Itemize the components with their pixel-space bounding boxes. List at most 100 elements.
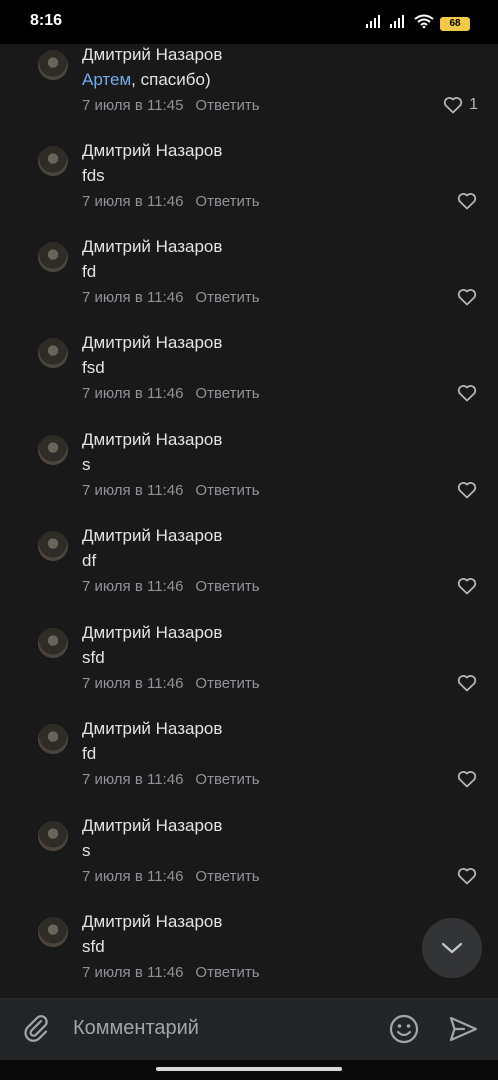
comment-meta: 7 июля в 11:46 Ответить bbox=[82, 385, 260, 402]
comment-date: 7 июля в 11:46 bbox=[82, 868, 184, 885]
avatar[interactable] bbox=[38, 531, 68, 561]
comment-meta: 7 июля в 11:46 Ответить bbox=[82, 675, 260, 692]
comment-item: Дмитрий Назаров fd 7 июля в 11:46 Ответит… bbox=[0, 237, 498, 338]
avatar[interactable] bbox=[38, 628, 68, 658]
home-indicator[interactable] bbox=[156, 1067, 342, 1071]
like-button[interactable] bbox=[457, 384, 477, 402]
comment-text: sfd bbox=[82, 937, 105, 956]
comment-meta: 7 июля в 11:46 Ответить bbox=[82, 482, 260, 499]
comment-date: 7 июля в 11:46 bbox=[82, 675, 184, 692]
reply-button[interactable]: Ответить bbox=[195, 675, 259, 692]
comment-text: fd bbox=[82, 744, 97, 763]
heart-icon bbox=[457, 771, 477, 788]
like-button[interactable] bbox=[457, 867, 477, 885]
comment-item: Дмитрий Назаров Артем, спасибо) 7 июля в… bbox=[0, 45, 498, 146]
heart-icon bbox=[457, 385, 477, 402]
status-bar: 8:16 68 bbox=[0, 0, 498, 44]
avatar[interactable] bbox=[38, 917, 68, 947]
comment-author[interactable]: Дмитрий Назаров bbox=[82, 526, 222, 546]
comment-author[interactable]: Дмитрий Назаров bbox=[82, 237, 222, 257]
comment-meta: 7 июля в 11:46 Ответить bbox=[82, 868, 260, 885]
emoji-icon[interactable] bbox=[388, 1013, 420, 1045]
comment-mention[interactable]: Артем bbox=[82, 70, 131, 89]
send-icon[interactable] bbox=[447, 1013, 479, 1045]
like-button[interactable]: 1 bbox=[443, 96, 478, 114]
comment-composer: Комментарий bbox=[0, 998, 498, 1061]
comment-date: 7 июля в 11:46 bbox=[82, 193, 184, 210]
comment-author[interactable]: Дмитрий Назаров bbox=[82, 141, 222, 161]
scroll-down-button[interactable] bbox=[422, 918, 482, 978]
comment-item: Дмитрий Назаров df 7 июля в 11:46 Ответит… bbox=[0, 526, 498, 627]
comment-text: s bbox=[82, 455, 91, 474]
reply-button[interactable]: Ответить bbox=[195, 289, 259, 306]
signal-icon bbox=[390, 14, 408, 33]
comment-meta: 7 июля в 11:46 Ответить bbox=[82, 578, 260, 595]
comment-text: df bbox=[82, 551, 97, 570]
battery-icon: 68 bbox=[440, 16, 470, 31]
status-icons: 68 bbox=[366, 14, 470, 33]
comment-text: fds bbox=[82, 166, 105, 185]
reply-button[interactable]: Ответить bbox=[195, 193, 259, 210]
like-button[interactable] bbox=[457, 770, 477, 788]
reply-button[interactable]: Ответить bbox=[195, 385, 259, 402]
reply-button[interactable]: Ответить bbox=[195, 964, 259, 981]
heart-icon bbox=[457, 289, 477, 306]
heart-icon bbox=[457, 675, 477, 692]
comment-item: Дмитрий Назаров sfd 7 июля в 11:46 Ответи… bbox=[0, 623, 498, 724]
like-count: 1 bbox=[469, 96, 478, 113]
comment-date: 7 июля в 11:46 bbox=[82, 578, 184, 595]
comment-author[interactable]: Дмитрий Назаров bbox=[82, 816, 222, 836]
avatar[interactable] bbox=[38, 50, 68, 80]
comment-meta: 7 июля в 11:46 Ответить bbox=[82, 771, 260, 788]
comment-meta: 7 июля в 11:46 Ответить bbox=[82, 193, 260, 210]
comment-item: Дмитрий Назаров s 7 июля в 11:46 Ответить bbox=[0, 816, 498, 917]
comment-text: sfd bbox=[82, 648, 105, 667]
heart-icon bbox=[457, 482, 477, 499]
comment-author[interactable]: Дмитрий Назаров bbox=[82, 45, 222, 65]
comment-author[interactable]: Дмитрий Назаров bbox=[82, 333, 222, 353]
reply-button[interactable]: Ответить bbox=[195, 97, 259, 114]
reply-button[interactable]: Ответить bbox=[195, 482, 259, 499]
comment-author[interactable]: Дмитрий Назаров bbox=[82, 430, 222, 450]
like-button[interactable] bbox=[457, 192, 477, 210]
reply-button[interactable]: Ответить bbox=[195, 771, 259, 788]
heart-icon bbox=[443, 97, 463, 114]
chevron-down-icon bbox=[441, 942, 463, 954]
comment-author[interactable]: Дмитрий Назаров bbox=[82, 623, 222, 643]
comment-input[interactable]: Комментарий bbox=[73, 1017, 199, 1040]
comment-date: 7 июля в 11:46 bbox=[82, 482, 184, 499]
comment-text: Артем, спасибо) bbox=[82, 70, 211, 90]
comment-meta: 7 июля в 11:46 Ответить bbox=[82, 289, 260, 306]
reply-button[interactable]: Ответить bbox=[195, 868, 259, 885]
avatar[interactable] bbox=[38, 146, 68, 176]
avatar[interactable] bbox=[38, 724, 68, 754]
avatar[interactable] bbox=[38, 821, 68, 851]
comment-date: 7 июля в 11:46 bbox=[82, 964, 184, 981]
heart-icon bbox=[457, 868, 477, 885]
avatar[interactable] bbox=[38, 242, 68, 272]
comment-text: fsd bbox=[82, 358, 105, 377]
comment-meta: 7 июля в 11:46 Ответить bbox=[82, 964, 260, 981]
status-time: 8:16 bbox=[30, 12, 63, 29]
comment-date: 7 июля в 11:46 bbox=[82, 385, 184, 402]
wifi-icon bbox=[414, 14, 434, 33]
heart-icon bbox=[457, 193, 477, 210]
comment-author[interactable]: Дмитрий Назаров bbox=[82, 719, 222, 739]
comment-meta: 7 июля в 11:45 Ответить bbox=[82, 97, 260, 114]
like-button[interactable] bbox=[457, 577, 477, 595]
comment-item: Дмитрий Назаров s 7 июля в 11:46 Ответить bbox=[0, 430, 498, 531]
comment-item: Дмитрий Назаров fsd 7 июля в 11:46 Ответи… bbox=[0, 333, 498, 434]
avatar[interactable] bbox=[38, 338, 68, 368]
comment-author[interactable]: Дмитрий Назаров bbox=[82, 912, 222, 932]
heart-icon bbox=[457, 578, 477, 595]
avatar[interactable] bbox=[38, 435, 68, 465]
comment-date: 7 июля в 11:46 bbox=[82, 771, 184, 788]
like-button[interactable] bbox=[457, 674, 477, 692]
comment-item: Дмитрий Назаров fd 7 июля в 11:46 Ответит… bbox=[0, 719, 498, 820]
like-button[interactable] bbox=[457, 288, 477, 306]
comment-text: s bbox=[82, 841, 91, 860]
reply-button[interactable]: Ответить bbox=[195, 578, 259, 595]
comments-list[interactable]: Дмитрий Назаров Артем, спасибо) 7 июля в… bbox=[0, 44, 498, 998]
attach-icon[interactable] bbox=[20, 1012, 52, 1044]
like-button[interactable] bbox=[457, 481, 477, 499]
